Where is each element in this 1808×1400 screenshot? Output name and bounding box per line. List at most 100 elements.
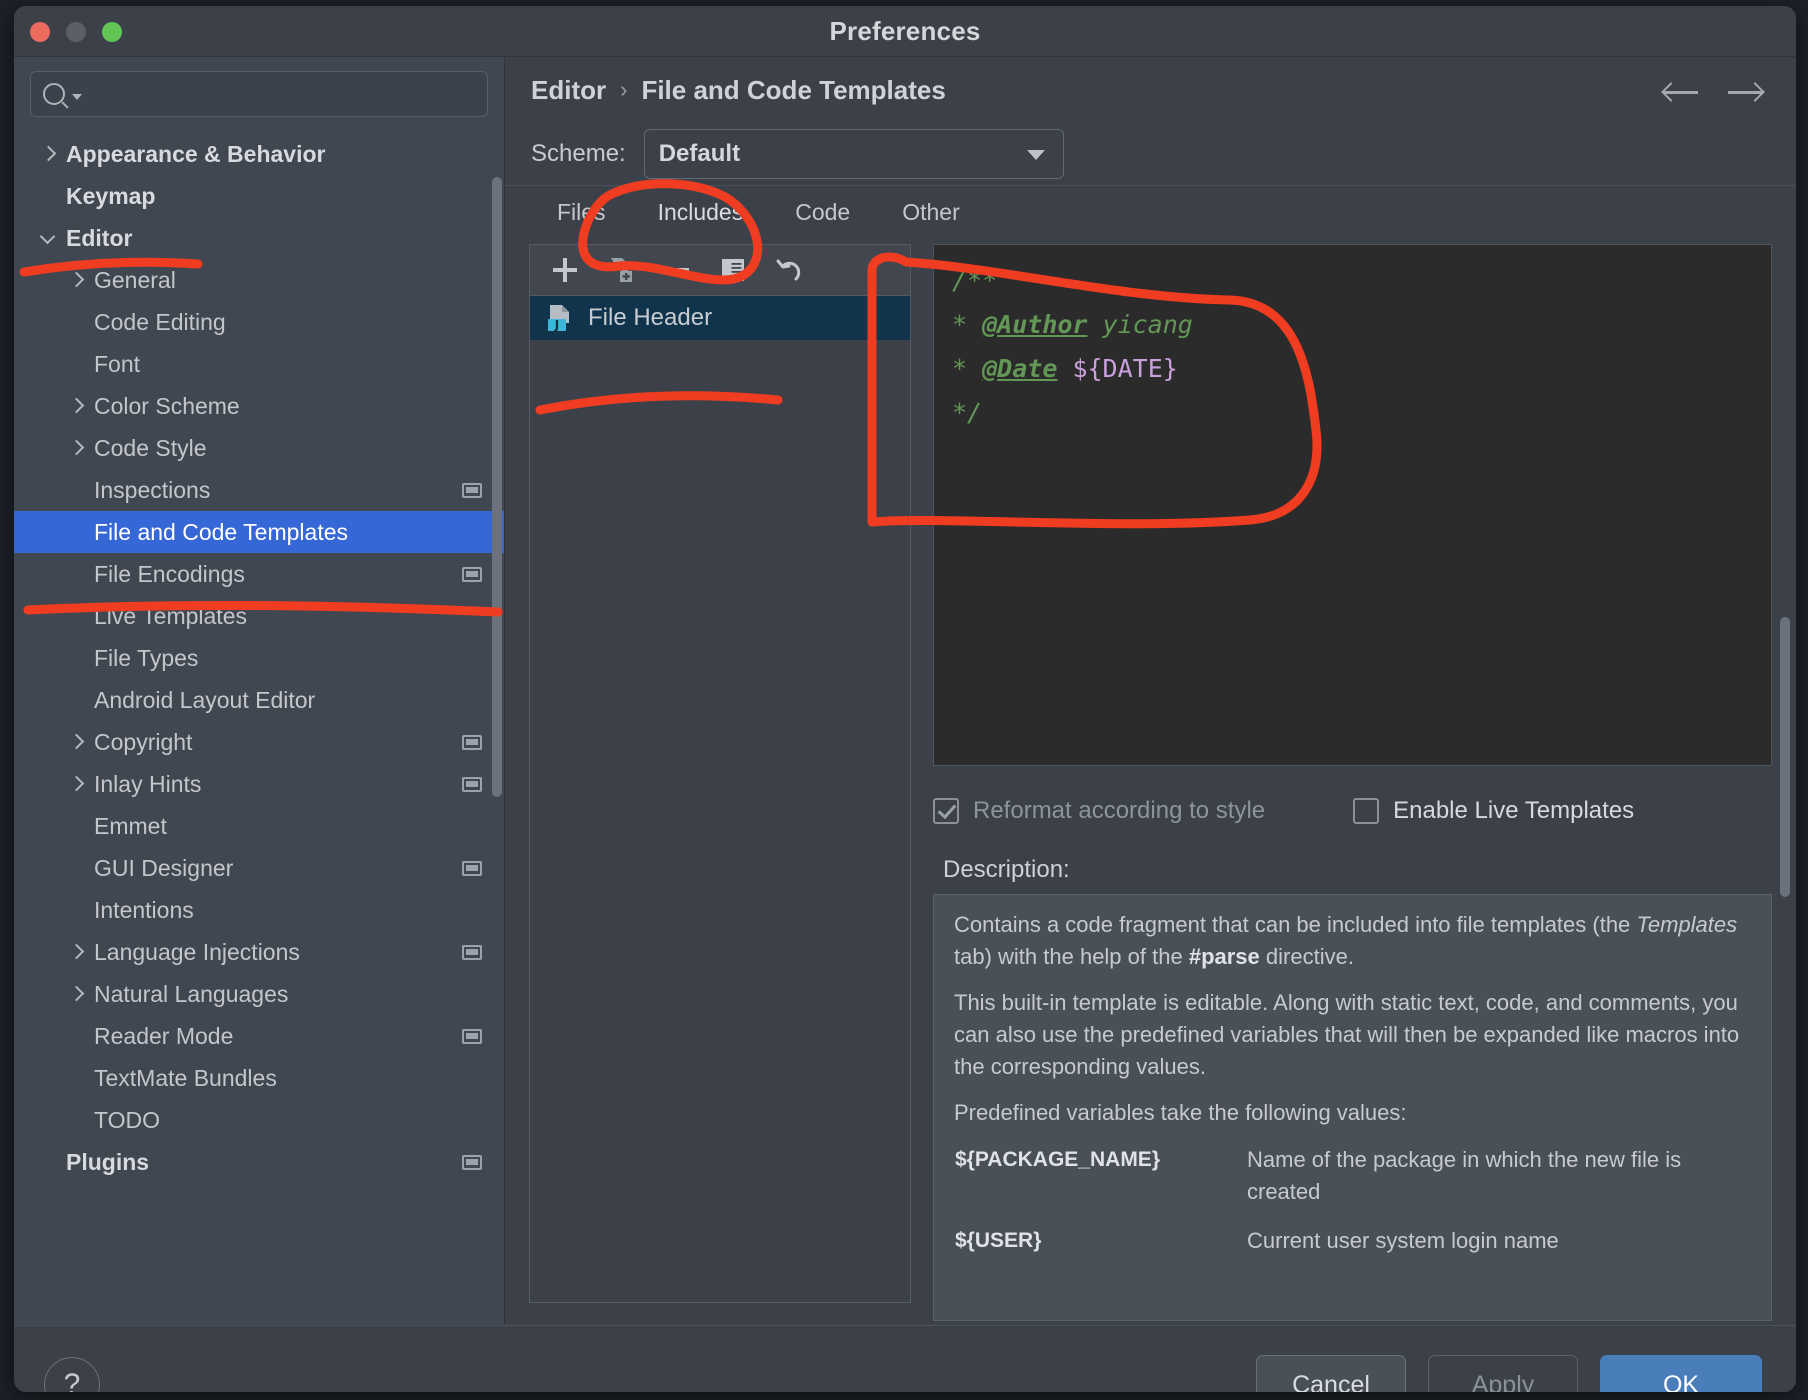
tab-files[interactable]: Files — [531, 199, 632, 238]
sidebar-item-natural-languages[interactable]: Natural Languages — [14, 973, 504, 1015]
tab-includes[interactable]: Includes — [632, 199, 770, 238]
checkbox-enable-live-templates[interactable]: Enable Live Templates — [1353, 797, 1634, 825]
apply-button[interactable]: Apply — [1428, 1355, 1578, 1392]
cancel-button[interactable]: Cancel — [1256, 1355, 1406, 1392]
search-input[interactable] — [88, 82, 475, 106]
list-item[interactable]: J File Header — [530, 296, 910, 340]
sidebar-item-live-templates[interactable]: Live Templates — [14, 595, 504, 637]
sidebar-item-inlay-hints[interactable]: Inlay Hints — [14, 763, 504, 805]
chevron-right-icon[interactable] — [68, 734, 84, 750]
chevron-right-icon[interactable] — [68, 944, 84, 960]
code-token-comment: * — [952, 310, 983, 339]
chevron-right-icon[interactable] — [68, 440, 84, 456]
add-icon[interactable] — [550, 255, 580, 285]
chevron-down-icon[interactable] — [40, 230, 56, 246]
copy-icon[interactable] — [718, 255, 748, 285]
minimize-window-button[interactable] — [66, 22, 86, 42]
template-list-toolbar — [530, 245, 910, 296]
sidebar-item-general[interactable]: General — [14, 259, 504, 301]
project-scope-icon — [462, 566, 482, 582]
zoom-window-button[interactable] — [102, 22, 122, 42]
template-category-tabs: Files Includes Code Other — [505, 185, 1796, 238]
sidebar-item-textmate-bundles[interactable]: TextMate Bundles — [14, 1057, 504, 1099]
sidebar-item-file-and-code-templates[interactable]: File and Code Templates — [14, 511, 504, 553]
template-list-pane: J File Header — [529, 244, 911, 1303]
breadcrumb-separator-icon: › — [620, 77, 628, 102]
sidebar-item-label: File Encodings — [94, 560, 245, 587]
project-scope-icon — [462, 734, 482, 750]
search-container — [14, 57, 504, 127]
close-window-button[interactable] — [30, 22, 50, 42]
sidebar-item-inspections[interactable]: Inspections — [14, 469, 504, 511]
chevron-right-icon[interactable] — [68, 398, 84, 414]
sidebar-item-label: Color Scheme — [94, 392, 240, 419]
project-scope-icon — [462, 944, 482, 960]
template-code-editor[interactable]: /** * @Author yicang * @Date ${DATE} */ — [933, 244, 1772, 766]
code-token-tag: @Author — [982, 310, 1088, 339]
help-button[interactable]: ? — [44, 1357, 100, 1392]
dialog-footer: ? CancelApplyOK CSDN @来老铁干了这碗代码 — [14, 1325, 1796, 1392]
variable-name: ${PACKAGE_NAME} — [955, 1148, 1160, 1171]
checkbox-reformat-according-to-style: Reformat according to style — [933, 797, 1265, 825]
sidebar-item-file-encodings[interactable]: File Encodings — [14, 553, 504, 595]
back-arrow-icon[interactable] — [1661, 81, 1698, 103]
checkbox-box-icon[interactable] — [1353, 798, 1380, 824]
checkbox-label: Reformat according to style — [973, 797, 1266, 824]
forward-arrow-icon[interactable] — [1728, 81, 1765, 103]
search-box[interactable] — [30, 71, 488, 117]
reset-icon[interactable] — [774, 255, 804, 285]
breadcrumb-current: File and Code Templates — [641, 74, 946, 105]
create-from-file-icon[interactable] — [606, 255, 636, 285]
sidebar-item-label: Live Templates — [94, 602, 247, 629]
sidebar-item-reader-mode[interactable]: Reader Mode — [14, 1015, 504, 1057]
chevron-right-icon[interactable] — [68, 986, 84, 1002]
ok-button[interactable]: OK — [1600, 1355, 1762, 1392]
sidebar-scrollbar[interactable] — [492, 177, 502, 797]
list-item-label: File Header — [588, 304, 713, 331]
variable-row: ${PACKAGE_NAME} Name of the package in wh… — [954, 1143, 1751, 1224]
sidebar-item-code-editing[interactable]: Code Editing — [14, 301, 504, 343]
sidebar-item-android-layout-editor[interactable]: Android Layout Editor — [14, 679, 504, 721]
chevron-right-icon[interactable] — [68, 776, 84, 792]
sidebar-item-language-injections[interactable]: Language Injections — [14, 931, 504, 973]
sidebar-item-file-types[interactable]: File Types — [14, 637, 504, 679]
breadcrumb-parent[interactable]: Editor — [531, 75, 606, 106]
desc-strong: #parse — [1188, 944, 1260, 969]
sidebar-item-label: Code Style — [94, 434, 207, 461]
sidebar-item-color-scheme[interactable]: Color Scheme — [14, 385, 504, 427]
sidebar-item-font[interactable]: Font — [14, 343, 504, 385]
code-line: * @Date ${DATE} — [952, 347, 1753, 391]
chevron-right-icon[interactable] — [68, 272, 84, 288]
remove-icon[interactable] — [662, 255, 692, 285]
breadcrumb: Editor › File and Code Templates — [505, 57, 1796, 123]
sidebar-item-plugins[interactable]: Plugins — [14, 1141, 504, 1183]
sidebar-item-label: Code Editing — [94, 308, 226, 335]
chevron-down-icon[interactable] — [72, 93, 82, 100]
footer-buttons: Cancel Apply OK — [1256, 1355, 1762, 1392]
sidebar-item-label: File and Code Templates — [94, 518, 348, 545]
description-box: Contains a code fragment that can be inc… — [933, 894, 1772, 1321]
sidebar-item-todo[interactable]: TODO — [14, 1099, 504, 1141]
description-scrollbar[interactable] — [1780, 617, 1790, 897]
sidebar-item-copyright[interactable]: Copyright — [14, 721, 504, 763]
scheme-dropdown[interactable]: Default — [643, 129, 1064, 179]
chevron-right-icon[interactable] — [40, 146, 56, 162]
sidebar-item-code-style[interactable]: Code Style — [14, 427, 504, 469]
sidebar-item-label: Android Layout Editor — [94, 686, 316, 713]
sidebar-item-label: Inlay Hints — [94, 770, 202, 797]
tab-other[interactable]: Other — [876, 199, 986, 238]
sidebar-item-label: Editor — [66, 224, 133, 251]
sidebar-item-editor[interactable]: Editor — [14, 217, 504, 259]
tab-code[interactable]: Code — [769, 199, 876, 238]
sidebar-item-intentions[interactable]: Intentions — [14, 889, 504, 931]
sidebar-item-label: Copyright — [94, 728, 193, 755]
sidebar-item-keymap[interactable]: Keymap — [14, 175, 504, 217]
sidebar-item-appearance-behavior[interactable]: Appearance & Behavior — [14, 133, 504, 175]
sidebar-item-emmet[interactable]: Emmet — [14, 805, 504, 847]
sidebar-item-gui-designer[interactable]: GUI Designer — [14, 847, 504, 889]
